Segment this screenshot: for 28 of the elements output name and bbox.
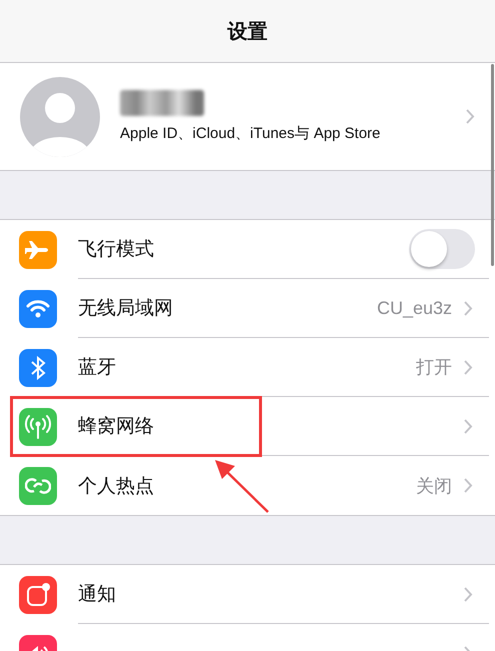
settings-row[interactable]: 蜂窝网络 (78, 397, 489, 456)
notification-icon (25, 582, 51, 608)
setting-label: 无线局域网 (78, 297, 174, 321)
profile-row[interactable]: Apple ID、iCloud、iTunes与 App Store (0, 63, 495, 171)
setting-value: 打开 (416, 356, 452, 379)
setting-label: 个人热点 (78, 474, 155, 498)
setting-label: 蓝牙 (78, 356, 117, 380)
settings-row[interactable]: 蓝牙 打开 (78, 338, 489, 397)
setting-value: CU_eu3z (376, 298, 452, 318)
chevron-icon (464, 478, 473, 493)
setting-label: 蜂窝网络 (78, 415, 155, 439)
chevron-icon (464, 586, 473, 602)
settings-row[interactable]: 无线局域网 CU_eu3z (78, 279, 489, 338)
bluetooth-icon (30, 354, 46, 380)
setting-label: 飞行模式 (78, 238, 155, 262)
setting-value: 关闭 (416, 474, 452, 498)
antenna-icon (24, 414, 52, 440)
chevron-icon (464, 418, 473, 434)
settings-row[interactable]: 飞行模式 (78, 220, 489, 279)
page-title: 设置 (228, 20, 268, 44)
wifi-icon (25, 298, 51, 320)
chevron-icon (466, 109, 475, 124)
toggle-switch[interactable] (409, 229, 475, 269)
chevron-icon (464, 360, 473, 374)
settings-row[interactable]: 个人热点 关闭 (78, 456, 489, 515)
setting-label: 通知 (78, 583, 117, 607)
chevron-icon (464, 300, 473, 316)
profile-subtitle: Apple ID、iCloud、iTunes与 App Store (120, 124, 382, 143)
